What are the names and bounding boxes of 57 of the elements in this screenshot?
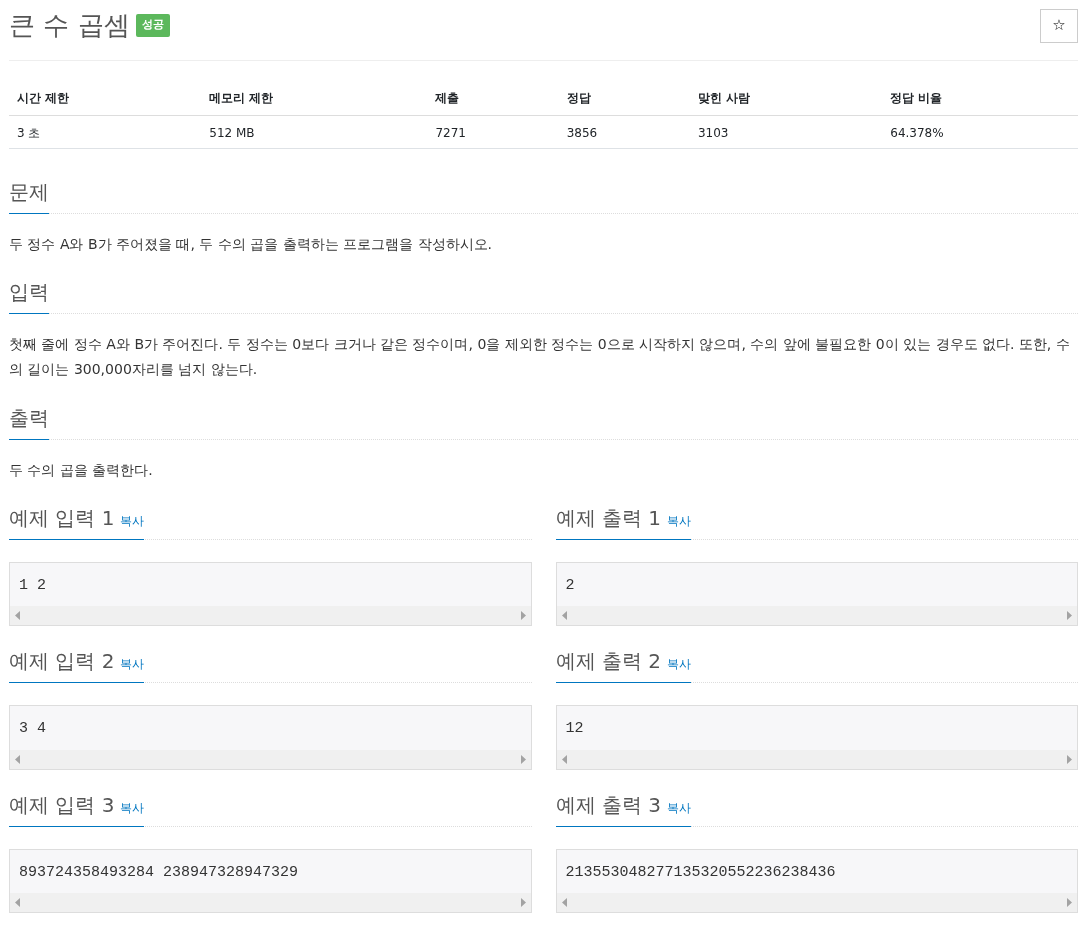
column-header: 맞힌 사람 [689,81,883,116]
scroll-right-arrow-icon[interactable] [520,898,526,908]
table-cell: 7271 [427,115,559,149]
status-badge: 성공 [135,14,170,37]
paragraph: 두 정수 A와 B가 주어졌을 때, 두 수의 곱을 출력하는 프로그램을 작성하시오. [9,235,494,254]
column-header: 메모리 제한 [201,81,428,116]
scrollbar[interactable] [556,893,1077,913]
scroll-left-arrow-icon[interactable] [15,754,20,764]
sample-text: 3 4 [18,719,47,740]
table-cell: 512 MB [201,115,428,149]
section-heading: 예제 출력 2 [555,649,661,674]
section-heading: 문제 [9,180,49,204]
scroll-right-arrow-icon[interactable] [1067,611,1072,621]
scroll-right-arrow-icon[interactable] [1067,754,1072,764]
copy-link[interactable]: 복사 [120,657,145,672]
scroll-right-arrow-icon[interactable] [520,611,526,621]
paragraph: 첫째 줄에 정수 A와 B가 주어진다. 두 정수는 0보다 크거나 같은 정수이며, 0을 제외한 정수는 0으로 시작하지 않으며, 수의 앞에 불필요한 0이 있는 경우도 없다. 또한, 수의 길이는 300,000자리를 넘지 않는다. [9,335,1071,380]
scrollbar[interactable] [556,606,1077,626]
scroll-left-arrow-icon[interactable] [15,611,20,621]
sample-text: 1 2 [18,575,47,596]
problem-title: 큰 수 곱셈 [9,9,130,42]
sample-text: 2 [564,575,576,596]
scrollbar[interactable] [10,893,531,913]
section-heading: 예제 입력 2 [9,649,115,674]
copy-link[interactable]: 복사 [120,513,145,528]
table-cell: 3 초 [9,115,202,149]
column-header: 시간 제한 [9,81,202,116]
copy-link[interactable]: 복사 [120,800,145,815]
column-header: 정답 [558,81,690,116]
table-cell: 64.378% [882,115,1078,149]
scroll-right-arrow-icon[interactable] [520,754,526,764]
section-heading: 예제 출력 1 [555,505,661,530]
table-cell: 3103 [689,115,883,149]
sample-text: 12 [564,719,585,740]
scroll-left-arrow-icon[interactable] [561,898,567,908]
section-heading: 입력 [9,280,49,305]
scroll-right-arrow-icon[interactable] [1067,898,1072,908]
copy-link[interactable]: 복사 [666,513,691,528]
scroll-left-arrow-icon[interactable] [15,898,20,908]
column-header: 제출 [427,81,559,116]
scrollbar[interactable] [556,749,1077,769]
scroll-left-arrow-icon[interactable] [561,754,567,764]
column-header: 정답 비율 [882,81,1078,116]
section-heading: 출력 [9,405,49,430]
copy-link[interactable]: 복사 [666,800,691,815]
scrollbar[interactable] [10,749,531,769]
sample-text: 893724358493284 238947328947329 [18,862,300,883]
section-heading: 예제 입력 3 [9,792,115,817]
copy-link[interactable]: 복사 [666,657,691,672]
paragraph: 두 수의 곱을 출력한다. [9,460,154,480]
scrollbar[interactable] [10,606,531,626]
scroll-left-arrow-icon[interactable] [561,611,567,621]
sample-text: 213553048277135320552236238436 [564,862,837,883]
section-heading: 예제 입력 1 [9,505,115,530]
star-button[interactable]: ☆ [1040,8,1078,43]
section-heading: 예제 출력 3 [555,792,661,817]
table-cell: 3856 [558,115,690,149]
